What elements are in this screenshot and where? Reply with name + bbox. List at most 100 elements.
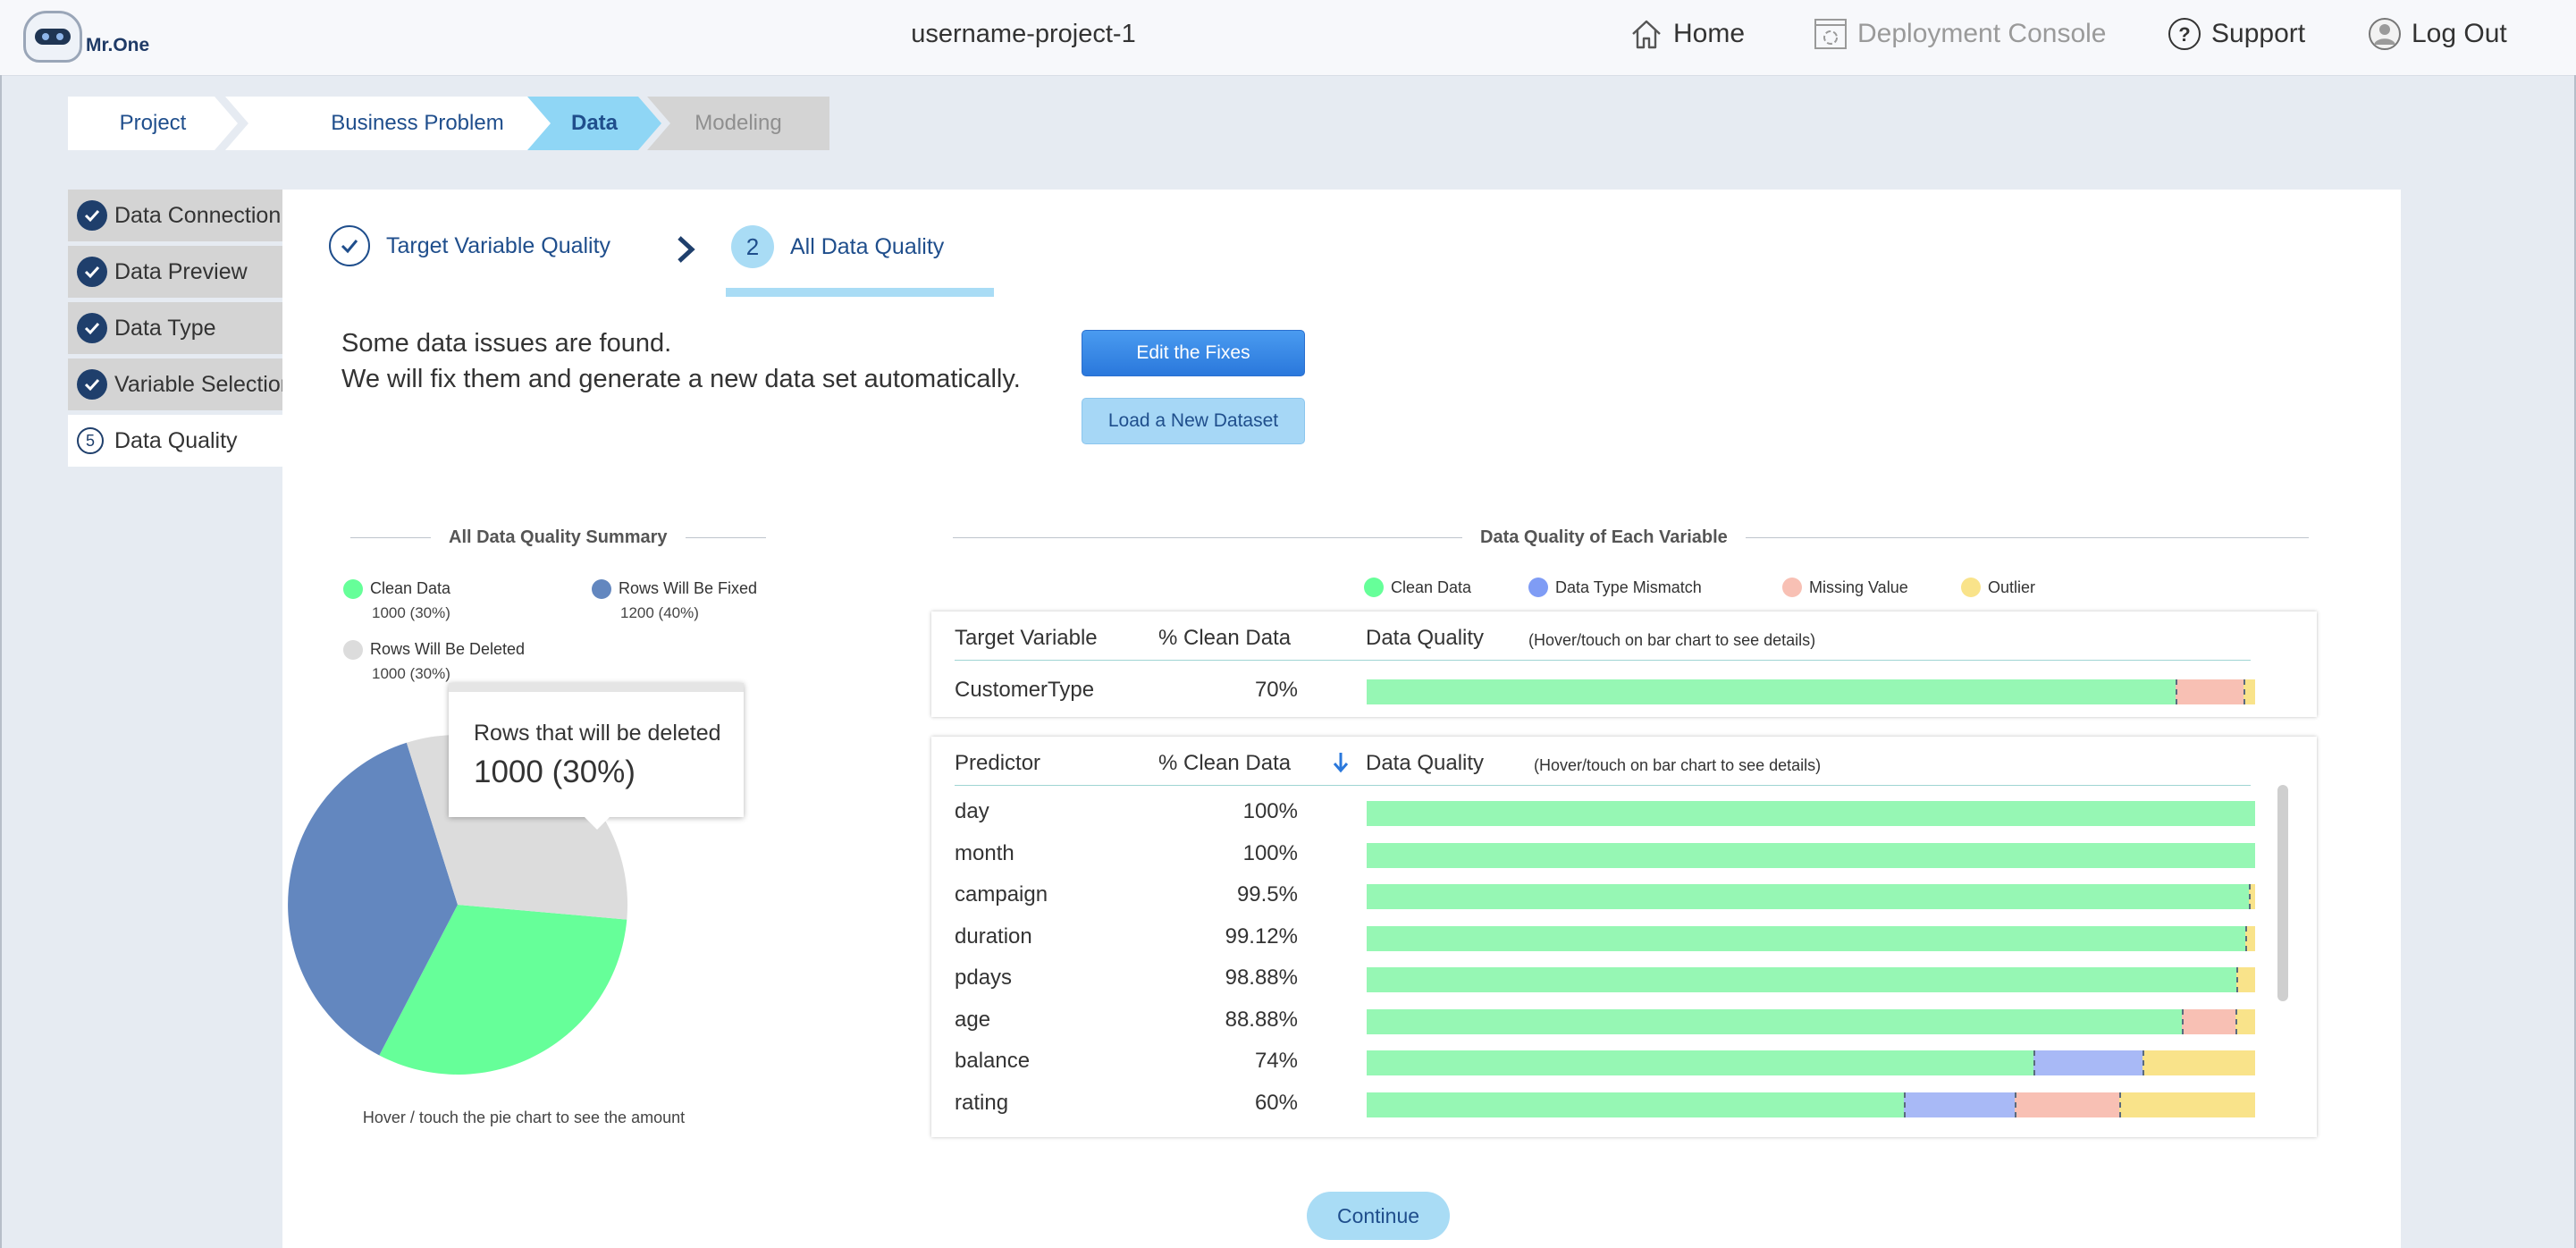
check-icon	[77, 200, 107, 231]
legend-label: Missing Value	[1809, 578, 1908, 596]
predictor-scrollbar[interactable]	[2277, 785, 2288, 1001]
col-header-clean: % Clean Data	[1158, 626, 1292, 650]
variable-name: campaign	[955, 882, 1048, 906]
help-icon: ?	[2167, 16, 2202, 52]
bar-segment-outlier[interactable]	[2118, 1092, 2255, 1117]
legend-label: Outlier	[1988, 578, 2036, 596]
breadcrumb-modeling: Modeling	[647, 97, 829, 150]
bar-segment-missing-value[interactable]	[2014, 1092, 2119, 1117]
load-new-dataset-button[interactable]: Load a New Dataset	[1082, 398, 1305, 444]
clean-percent: 98.88%	[1225, 966, 1298, 990]
bar-segment-type-mismatch[interactable]	[1904, 1092, 2015, 1117]
nav-support-label: Support	[2211, 19, 2306, 48]
col-header-target: Target Variable	[955, 626, 1098, 650]
predictor-panel: Predictor % Clean Data Data Quality (Hov…	[931, 737, 2317, 1137]
col-header-clean[interactable]: % Clean Data	[1158, 751, 1291, 776]
bar-segment-clean[interactable]	[1367, 842, 2255, 868]
step-label: Data Type	[114, 315, 216, 341]
nav-logout[interactable]: Log Out	[2367, 16, 2507, 52]
nav-logout-label: Log Out	[2412, 19, 2507, 48]
divider	[953, 537, 1462, 538]
clean-percent: 99.5%	[1236, 882, 1298, 906]
tooltip-label: Rows that will be deleted	[474, 721, 721, 746]
step-data-quality[interactable]: 5 Data Quality	[68, 415, 282, 467]
variables-title-row: Data Quality of Each Variable	[953, 527, 2309, 548]
data-steps-sidebar: Data Connection Data Preview Data Type V…	[68, 190, 282, 471]
quality-bar-campaign[interactable]	[1367, 884, 2255, 909]
quality-bar-duration[interactable]	[1367, 925, 2255, 951]
check-icon	[77, 369, 107, 400]
step-label: Data Quality	[114, 427, 238, 453]
bar-segment-outlier[interactable]	[2245, 925, 2255, 951]
clean-percent: 60%	[1254, 1090, 1298, 1115]
quality-bar-rating[interactable]	[1367, 1092, 2255, 1117]
hover-hint: (Hover/touch on bar chart to see details…	[1534, 756, 1822, 774]
variable-name: month	[955, 840, 1014, 865]
step-variable-selection[interactable]: Variable Selection	[68, 358, 282, 410]
brand-name: Mr.One	[86, 35, 150, 55]
legend-dot	[1364, 578, 1384, 597]
tooltip-value: 1000 (30%)	[474, 755, 636, 789]
check-icon	[77, 257, 107, 287]
bar-segment-outlier[interactable]	[2249, 884, 2255, 909]
variable-name: balance	[955, 1049, 1031, 1073]
quality-summary-pie-chart[interactable]	[282, 190, 854, 1084]
bar-segment-clean[interactable]	[1367, 1092, 1905, 1117]
bar-segment-missing-value[interactable]	[2182, 1008, 2236, 1034]
quality-bar-balance[interactable]	[1367, 1050, 2255, 1075]
clean-percent: 74%	[1254, 1049, 1298, 1073]
step-data-preview[interactable]: Data Preview	[68, 246, 282, 298]
clean-percent: 100%	[1242, 840, 1298, 865]
variable-name: CustomerType	[955, 678, 1095, 702]
legend-dot	[1782, 578, 1802, 597]
bar-segment-outlier[interactable]	[2235, 1008, 2255, 1034]
bar-segment-type-mismatch[interactable]	[2033, 1050, 2142, 1075]
col-header-predictor: Predictor	[955, 751, 1041, 775]
clean-percent: 100%	[1242, 799, 1298, 823]
robot-logo-icon	[23, 11, 82, 63]
quality-bar-day[interactable]	[1367, 801, 2255, 826]
variable-name: pdays	[955, 966, 1013, 990]
continue-button[interactable]: Continue	[1307, 1192, 1450, 1240]
frame-left-border	[0, 75, 2, 1248]
step-label: Data Connection	[114, 202, 282, 228]
edit-fixes-button[interactable]: Edit the Fixes	[1082, 330, 1305, 376]
quality-bar-month[interactable]	[1367, 842, 2255, 868]
bar-segment-clean[interactable]	[1367, 1050, 2033, 1075]
project-title: username-project-1	[911, 20, 1136, 48]
legend-label: Data Type Mismatch	[1555, 578, 1702, 596]
legend-dot	[1528, 578, 1548, 597]
bar-segment-clean[interactable]	[1367, 679, 2176, 704]
bar-segment-clean[interactable]	[1367, 925, 2246, 951]
bar-segment-clean[interactable]	[1367, 1008, 2183, 1034]
variables-title: Data Quality of Each Variable	[1480, 527, 1728, 547]
divider	[1745, 537, 2309, 538]
nav-support[interactable]: ? Support	[2167, 16, 2305, 52]
bar-segment-clean[interactable]	[1367, 967, 2237, 992]
step-data-connection[interactable]: Data Connection	[68, 190, 282, 241]
bar-segment-missing-value[interactable]	[2175, 679, 2244, 704]
pie-hint: Hover / touch the pie chart to see the a…	[362, 1109, 686, 1126]
nav-deployment-console: Deployment Console	[1813, 16, 2106, 52]
breadcrumb: Project Business Problem Data Modeling	[68, 97, 829, 150]
logo[interactable]: Mr.One	[23, 11, 149, 63]
breadcrumb-project[interactable]: Project	[68, 97, 238, 150]
bar-segment-outlier[interactable]	[2236, 967, 2255, 992]
step-data-type[interactable]: Data Type	[68, 302, 282, 354]
bar-segment-outlier[interactable]	[2243, 679, 2255, 704]
nav-deployment-label: Deployment Console	[1857, 19, 2107, 48]
quality-bar-age[interactable]	[1367, 1008, 2255, 1034]
nav-home[interactable]: Home	[1629, 16, 1745, 52]
legend-outlier: Outlier	[1961, 578, 2035, 597]
variable-name: rating	[955, 1090, 1009, 1115]
bar-segment-clean[interactable]	[1367, 801, 2255, 826]
check-icon	[77, 313, 107, 343]
home-icon	[1629, 16, 1664, 52]
legend-missing-value: Missing Value	[1782, 578, 1908, 597]
quality-bar-pdays[interactable]	[1367, 967, 2255, 992]
bar-segment-outlier[interactable]	[2142, 1050, 2255, 1075]
quality-bar-CustomerType[interactable]	[1367, 679, 2255, 704]
sort-descending-icon[interactable]	[1332, 751, 1350, 779]
bar-segment-clean[interactable]	[1367, 884, 2250, 909]
col-header-quality: Data Quality	[1366, 626, 1485, 650]
